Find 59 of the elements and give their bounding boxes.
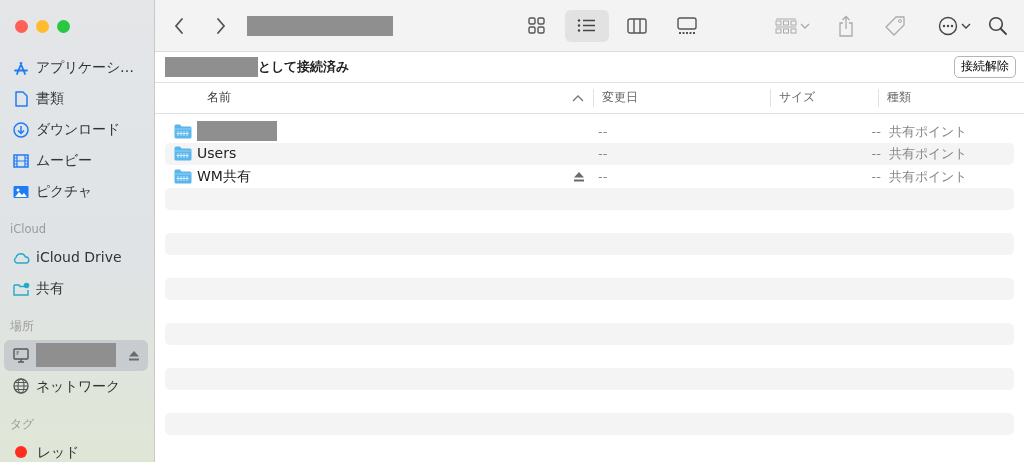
more-icon: [938, 15, 958, 36]
sidebar-item[interactable]: [4, 339, 148, 371]
file-row[interactable]: Users -- -- 共有ポイント: [165, 142, 1014, 165]
column-header[interactable]: サイズ: [779, 89, 815, 107]
file-row[interactable]: -- -- 共有ポイント: [165, 120, 1014, 143]
column-header[interactable]: 名前: [207, 89, 231, 107]
chevron-down-icon: [800, 21, 810, 30]
film-icon: [12, 151, 30, 170]
group-icon: [775, 16, 797, 35]
share-icon: [838, 14, 854, 37]
shared-folder-icon: [174, 123, 192, 139]
sidebar-item[interactable]: レッド: [4, 436, 148, 462]
search-icon: [988, 15, 1008, 36]
sidebar-item[interactable]: ピクチャ: [4, 176, 148, 207]
column-header[interactable]: 種類: [887, 89, 911, 107]
modified-cell-text: --: [597, 145, 608, 163]
size-cell-text: --: [871, 145, 881, 163]
eject-icon[interactable]: [128, 349, 140, 361]
tag-dot: [15, 446, 27, 459]
kind-cell-text: 共有ポイント: [888, 145, 967, 163]
back-icon[interactable]: [173, 15, 185, 36]
kind-cell-text: 共有ポイント: [888, 167, 967, 186]
download-icon: [12, 120, 30, 139]
disconnect-button[interactable]: 接続解除: [954, 56, 1016, 78]
column-view-icon: [627, 15, 647, 36]
grid-view-icon: [527, 15, 547, 36]
sidebar-item[interactable]: 共有: [4, 273, 148, 305]
size-cell-text: --: [871, 122, 881, 141]
sidebar-item[interactable]: 書類: [4, 83, 148, 114]
section-heading: タグ: [9, 415, 35, 433]
eject-icon[interactable]: [573, 170, 585, 182]
shared-folder-icon: [174, 168, 192, 184]
file-name: Users: [197, 144, 237, 164]
file-row[interactable]: WM共有 -- -- 共有ポイント: [165, 165, 1014, 188]
chevron-down-icon: [961, 21, 971, 30]
document-icon: [12, 89, 30, 108]
modified-cell-text: --: [597, 122, 608, 141]
globe-icon: [12, 377, 30, 395]
sort-chevron-icon[interactable]: [572, 94, 584, 102]
section-heading: iCloud: [9, 221, 48, 238]
sidebar-item[interactable]: ムービー: [4, 145, 148, 176]
connection-status: として接続済み: [258, 57, 349, 76]
shared-folder-icon: [174, 146, 192, 162]
sidebar-item[interactable]: ネットワーク: [4, 370, 148, 402]
sidebar-item[interactable]: アプリケーシ…: [4, 52, 148, 83]
gallery-view-icon: [677, 15, 697, 36]
section-heading: 場所: [9, 318, 35, 336]
tag-icon: [884, 14, 906, 37]
sidebar-item[interactable]: ダウンロード: [4, 114, 148, 145]
file-name: WM共有: [197, 166, 251, 186]
column-header[interactable]: 変更日: [602, 89, 638, 107]
kind-cell-text: 共有ポイント: [888, 122, 967, 141]
modified-cell-text: --: [597, 167, 608, 186]
sidebar-item[interactable]: iCloud Drive: [4, 242, 148, 274]
computer-icon: [12, 346, 30, 364]
close-button[interactable]: [15, 19, 28, 33]
view-mode-button[interactable]: [565, 9, 609, 42]
size-cell-text: --: [871, 167, 881, 186]
forward-icon[interactable]: [215, 15, 227, 36]
